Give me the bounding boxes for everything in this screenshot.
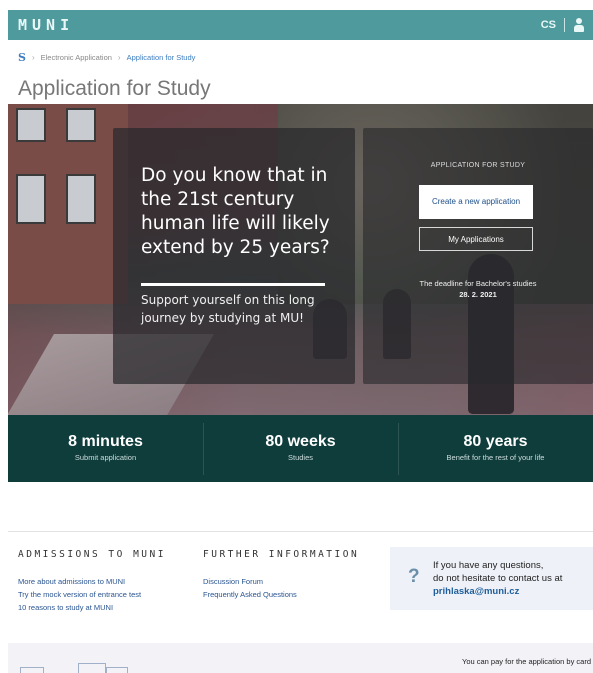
help-text: If you have any questions, do not hesita… xyxy=(433,559,562,598)
language-switch[interactable]: CS xyxy=(541,19,556,31)
further-information-links: Discussion Forum Frequently Asked Questi… xyxy=(203,575,297,601)
user-icon[interactable] xyxy=(573,18,585,32)
stat-label: Submit application xyxy=(74,453,137,462)
hero-photo-window xyxy=(66,174,96,224)
hero-photo-window xyxy=(16,108,46,142)
hero-photo-window xyxy=(66,108,96,142)
breadcrumb: Ѕ › Electronic Application › Application… xyxy=(18,51,195,64)
link-10-reasons[interactable]: 10 reasons to study at MUNI xyxy=(18,601,141,614)
deadline-text: The deadline for Bachelor's studies xyxy=(419,279,537,288)
create-application-button[interactable]: Create a new application xyxy=(419,185,533,219)
application-label: APPLICATION FOR STUDY xyxy=(430,162,526,169)
help-line-1: If you have any questions, xyxy=(433,560,544,571)
hero-banner: Do you know that in the 21st century hum… xyxy=(8,104,593,415)
hero-underline xyxy=(141,283,325,286)
link-faq[interactable]: Frequently Asked Questions xyxy=(203,588,297,601)
divider xyxy=(564,18,565,32)
hero-question: Do you know that in the 21st century hum… xyxy=(141,165,330,258)
muni-home-icon[interactable]: Ѕ xyxy=(18,51,26,64)
stat-studies: 80 weeks Studies xyxy=(203,415,398,482)
stat-value: 8 minutes xyxy=(68,433,143,450)
payment-card-icon xyxy=(20,667,44,673)
link-mock-entrance-test[interactable]: Try the mock version of entrance test xyxy=(18,588,141,601)
stat-label: Studies xyxy=(287,453,314,462)
link-discussion-forum[interactable]: Discussion Forum xyxy=(203,575,297,588)
stat-value: 80 weeks xyxy=(265,433,336,450)
stat-benefit: 80 years Benefit for the rest of your li… xyxy=(398,415,593,482)
hero-message-panel: Do you know that in the 21st century hum… xyxy=(113,128,355,384)
application-panel: APPLICATION FOR STUDY Create a new appli… xyxy=(363,128,593,384)
link-more-about-admissions[interactable]: More about admissions to MUNI xyxy=(18,575,141,588)
payment-card-icon xyxy=(106,667,128,673)
top-bar-actions: CS xyxy=(541,18,585,32)
help-email-link[interactable]: prihlaska@muni.cz xyxy=(433,585,562,598)
chevron-right-icon: › xyxy=(117,53,121,62)
admissions-links: More about admissions to MUNI Try the mo… xyxy=(18,575,141,614)
top-bar: MUNI CS xyxy=(8,10,593,40)
stat-submit: 8 minutes Submit application xyxy=(8,415,203,482)
stats-band: 8 minutes Submit application 80 weeks St… xyxy=(8,415,593,482)
hero-photo-building xyxy=(8,104,128,304)
payment-card-icon xyxy=(78,663,106,673)
payment-band: You can pay for the application by card xyxy=(8,643,593,673)
footer-divider xyxy=(8,531,593,532)
breadcrumb-application-for-study[interactable]: Application for Study xyxy=(127,53,196,62)
my-applications-button[interactable]: My Applications xyxy=(419,227,533,251)
help-line-2: do not hesitate to contact us at xyxy=(433,573,563,584)
stat-label: Benefit for the rest of your life xyxy=(446,453,545,462)
stat-value: 80 years xyxy=(463,433,528,450)
page-title: Application for Study xyxy=(18,77,211,100)
chevron-right-icon: › xyxy=(31,53,35,62)
admissions-heading: ADMISSIONS TO MUNI xyxy=(18,549,166,560)
deadline-info: The deadline for Bachelor's studies 28. … xyxy=(363,278,593,300)
further-information-heading: FURTHER INFORMATION xyxy=(203,549,360,560)
breadcrumb-electronic-application[interactable]: Electronic Application xyxy=(41,53,112,62)
muni-logo[interactable]: MUNI xyxy=(18,16,74,34)
payment-info-text: You can pay for the application by card xyxy=(462,657,591,666)
hero-support-text: Support yourself on this long journey by… xyxy=(141,293,315,325)
help-box: ? If you have any questions, do not hesi… xyxy=(390,547,593,610)
question-mark-icon: ? xyxy=(408,566,420,587)
hero-photo-window xyxy=(16,174,46,224)
deadline-date: 28. 2. 2021 xyxy=(459,290,497,299)
